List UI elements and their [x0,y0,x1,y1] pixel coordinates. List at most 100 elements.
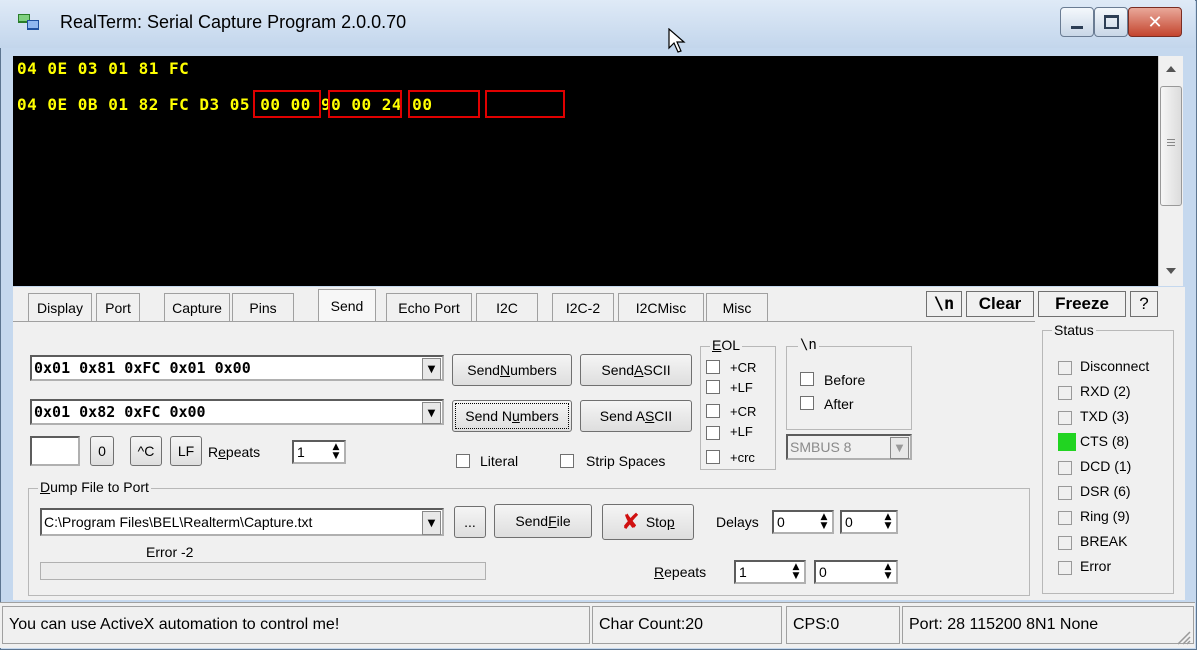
window-title: RealTerm: Serial Capture Program 2.0.0.7… [60,12,407,32]
send-input-2-value: 0x01 0x82 0xFC 0x00 [34,403,206,421]
freeze-button[interactable]: Freeze [1038,291,1126,317]
chevron-down-icon[interactable]: ▼ [890,437,909,459]
send-input-1-value: 0x01 0x81 0xFC 0x01 0x00 [34,359,251,377]
status-cps: CPS:0 [786,606,900,644]
eol-lf-checkbox-2[interactable] [706,426,720,440]
delay-spinner-2[interactable]: 0 ▲ ▼ [840,510,898,534]
tab-i2cmisc[interactable]: I2CMisc [618,293,704,321]
send-ctrl-c-button[interactable]: ^C [130,436,162,466]
maximize-icon [1103,15,1119,29]
status-led-rxd [1058,386,1072,400]
status-title: Status [1052,322,1096,338]
dump-file-title: Dump File to Port [38,479,151,495]
status-label-txd: TXD (3) [1080,408,1129,424]
send-file-button[interactable]: Send File [494,504,592,538]
dump-repeats-spinner-2[interactable]: 0 ▲ ▼ [814,560,898,584]
status-led-dsr [1058,486,1072,500]
resize-grip-icon[interactable] [1174,628,1192,646]
tab-display[interactable]: Display [28,293,92,321]
send-zero-button[interactable]: 0 [90,436,114,466]
browse-button[interactable]: ... [454,506,486,538]
eol-cr-checkbox-2[interactable] [706,404,720,418]
status-label-cts: CTS (8) [1080,433,1129,449]
status-led-break [1058,536,1072,550]
eol-title: EOL [710,337,743,353]
maximize-button[interactable] [1094,7,1128,37]
close-icon: ✕ [1147,11,1163,33]
terminal-output[interactable]: 04 0E 03 01 81 FC 04 0E 0B 01 82 FC D3 0… [13,56,1158,286]
send-numbers-button-2[interactable]: Send Nu mbers [452,400,572,432]
send-ascii-button-1[interactable]: Send A SCII [580,354,692,386]
spin-arrows-icon[interactable]: ▲ ▼ [881,563,895,581]
status-message: You can use ActiveX automation to contro… [2,606,590,644]
send-numbers-button-1[interactable]: Send Numbers [452,354,572,386]
status-label-break: BREAK [1080,533,1128,549]
close-button[interactable]: ✕ [1128,7,1182,37]
scrollbar-thumb[interactable] [1160,86,1182,206]
mouse-cursor-icon [668,28,686,53]
send-input-2[interactable]: 0x01 0x82 0xFC 0x00 ▼ [30,399,444,425]
dump-repeats-spinner-1[interactable]: 1 ▲ ▼ [734,560,806,584]
delays-label: Delays [716,514,759,530]
stop-x-icon: ✘ [621,509,640,535]
scroll-down-icon[interactable] [1166,268,1176,274]
tab-i2c-2[interactable]: I2C-2 [552,293,614,321]
dump-repeats-label: Repeats [654,564,707,580]
help-button[interactable]: ? [1130,291,1158,317]
before-label: Before [824,372,866,388]
before-checkbox[interactable] [800,372,814,386]
spin-arrows-icon[interactable]: ▲ ▼ [789,563,803,581]
status-led-ring [1058,511,1072,525]
tab-capture[interactable]: Capture [164,293,230,321]
after-checkbox[interactable] [800,396,814,410]
newline-group-title: \n [798,337,819,353]
tab-pins[interactable]: Pins [232,293,294,321]
status-label-disconnect: Disconnect [1080,358,1150,374]
status-led-error [1058,561,1072,575]
send-lf-button[interactable]: LF [170,436,202,466]
newline-button[interactable]: \n [926,291,962,317]
repeats-spinner[interactable]: 1 ▲ ▼ [292,440,346,464]
tab-port[interactable]: Port [96,293,140,321]
send-ascii-button-2[interactable]: Send A S CII [580,400,692,432]
clear-button[interactable]: Clear [966,291,1034,317]
tab-divider [13,321,1035,322]
chevron-down-icon[interactable]: ▼ [422,511,441,535]
spin-arrows-icon[interactable]: ▲ ▼ [329,443,343,461]
status-label-dsr: DSR (6) [1080,483,1131,499]
stop-button[interactable]: ✘ Sto p [602,504,694,540]
chevron-down-icon[interactable]: ▼ [422,358,441,380]
highlight-box-2 [328,90,402,118]
eol-cr-checkbox-1[interactable] [706,360,720,374]
strip-spaces-checkbox[interactable] [560,454,574,468]
send-input-1[interactable]: 0x01 0x81 0xFC 0x01 0x00 ▼ [30,355,444,381]
spin-arrows-icon[interactable]: ▲ ▼ [817,513,831,531]
status-led-dcd [1058,461,1072,475]
tab-echo-port[interactable]: Echo Port [386,293,472,321]
tab-i2c[interactable]: I2C [476,293,538,321]
char-input[interactable] [30,436,80,466]
eol-lf-checkbox-1[interactable] [706,380,720,394]
tab-misc[interactable]: Misc [706,293,768,321]
smbus-select[interactable]: SMBUS 8 ▼ [786,434,912,460]
minimize-button[interactable] [1060,7,1094,37]
dump-file-path-select[interactable]: C:\Program Files\BEL\Realterm\Capture.tx… [40,508,444,536]
eol-cr-label-2: +CR [730,404,757,419]
chevron-down-icon[interactable]: ▼ [422,402,441,424]
eol-cr-label-1: +CR [730,360,757,375]
status-led-txd [1058,411,1072,425]
status-led-cts [1058,433,1076,451]
dump-error-text: Error -2 [146,544,194,560]
delay-spinner-1[interactable]: 0 ▲ ▼ [772,510,834,534]
eol-crc-label: +crc [730,450,755,465]
dump-progress-bar [40,562,486,580]
tab-send[interactable]: Send [318,289,376,322]
eol-crc-checkbox[interactable] [706,450,720,464]
highlight-box-4 [485,90,565,118]
newline-group [786,346,912,430]
scroll-up-icon[interactable] [1166,66,1176,72]
spin-arrows-icon[interactable]: ▲ ▼ [881,513,895,531]
literal-checkbox[interactable] [456,454,470,468]
terminal-line-1: 04 0E 03 01 81 FC [17,59,190,78]
status-port: Port: 28 115200 8N1 None [902,606,1194,644]
